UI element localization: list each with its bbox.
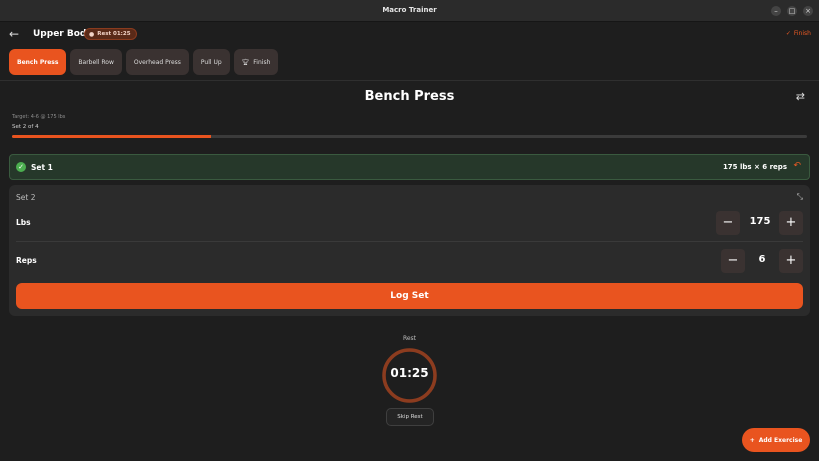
trophy-icon: 🏆︎: [241, 58, 250, 66]
tab-label: Finish: [253, 58, 271, 66]
progress-bar: [12, 135, 807, 138]
tab-pull-up[interactable]: Pull Up: [192, 49, 230, 75]
completed-set-label: Set 1: [31, 163, 53, 172]
finish-label: Finish: [793, 30, 811, 37]
tab-label: Pull Up: [200, 58, 222, 66]
tab-overhead-press[interactable]: Overhead Press: [125, 49, 189, 75]
rest-timer-time: 01:25: [390, 366, 429, 380]
workout-header: ← Upper Body ● Rest 01:25 ✓ Finish: [0, 22, 819, 48]
title-bar: Macro Trainer – □ ×: [0, 0, 819, 22]
lbs-value: 175: [749, 216, 771, 227]
tab-label: Overhead Press: [133, 58, 181, 66]
lbs-increment-button[interactable]: +: [779, 211, 803, 235]
check-circle-icon: ✓: [16, 162, 26, 172]
lbs-decrement-button[interactable]: −: [716, 211, 740, 235]
finish-button[interactable]: ✓ Finish: [786, 30, 811, 37]
exercise-title: Bench Press: [364, 89, 455, 104]
reps-increment-button[interactable]: +: [779, 249, 803, 273]
rest-badge: ● Rest 01:25: [84, 28, 137, 40]
completed-set-row: ✓ Set 1 175 lbs × 6 reps ↶: [9, 154, 810, 180]
row-divider: [16, 241, 803, 242]
tab-bench-press[interactable]: Bench Press: [9, 49, 67, 75]
set-progress-text: Set 2 of 4: [12, 124, 39, 130]
progress-fill: [12, 135, 211, 138]
stopwatch-icon: ●: [89, 30, 95, 38]
divider: [0, 80, 819, 81]
rest-timer-label: Rest: [402, 335, 417, 342]
reps-decrement-button[interactable]: −: [721, 249, 745, 273]
maximize-icon[interactable]: □: [787, 6, 797, 16]
window-controls: – □ ×: [771, 6, 813, 16]
swap-icon[interactable]: ⇄: [796, 90, 805, 103]
skip-rest-button[interactable]: Skip Rest: [386, 408, 434, 426]
current-set-title: Set 2: [16, 193, 36, 202]
tab-label: Barbell Row: [78, 58, 114, 66]
collapse-icon[interactable]: ⤡: [797, 192, 803, 202]
minimize-icon[interactable]: –: [771, 6, 781, 16]
rest-badge-label: Rest 01:25: [97, 31, 131, 37]
tab-label: Bench Press: [17, 58, 59, 66]
reps-value: 6: [758, 254, 766, 265]
log-set-button[interactable]: Log Set: [16, 283, 803, 309]
add-exercise-label: Add Exercise: [758, 436, 803, 444]
window-title: Macro Trainer: [382, 6, 437, 14]
exercise-tabs: Bench Press Barbell Row Overhead Press P…: [9, 49, 279, 75]
undo-icon[interactable]: ↶: [793, 161, 801, 171]
current-set-card: Set 2 ⤡ Lbs − 175 + Reps − 6 + Log Set: [9, 185, 810, 316]
add-exercise-button[interactable]: + Add Exercise: [742, 428, 810, 452]
close-icon[interactable]: ×: [803, 6, 813, 16]
back-arrow-icon[interactable]: ←: [9, 27, 19, 41]
tab-finish[interactable]: 🏆︎ Finish: [233, 49, 279, 75]
plus-icon: +: [749, 436, 755, 444]
completed-set-summary: 175 lbs × 6 reps: [722, 163, 787, 171]
target-text: Target: 4-6 @ 175 lbs: [12, 114, 66, 120]
tab-barbell-row[interactable]: Barbell Row: [70, 49, 122, 75]
check-icon: ✓: [785, 30, 791, 37]
reps-label: Reps: [16, 256, 37, 265]
lbs-label: Lbs: [16, 218, 31, 227]
